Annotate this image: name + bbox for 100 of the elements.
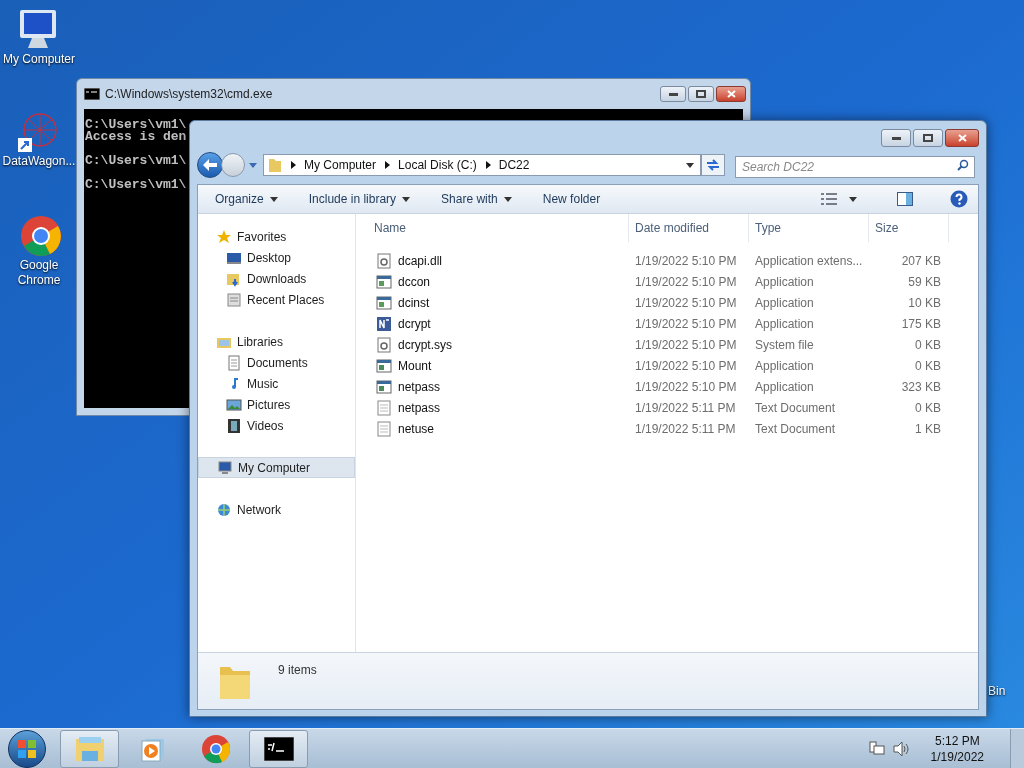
date-cell-text: 1/19/2022 5:11 PM <box>634 420 737 438</box>
breadcrumb-item[interactable]: My Computer <box>304 156 377 174</box>
maximize-button[interactable] <box>913 129 943 147</box>
date-cell-text: 1/19/2022 5:11 PM <box>634 399 737 417</box>
nav-item[interactable]: My Computer <box>198 457 355 478</box>
type-cell-text: Text Document <box>754 420 837 438</box>
folder-icon <box>268 157 282 173</box>
caret-icon <box>402 196 411 202</box>
taskbar-button[interactable] <box>249 729 308 768</box>
date-cell-text: 1/19/2022 5:10 PM <box>634 378 738 396</box>
toolbar-button[interactable]: Share with <box>441 190 512 208</box>
close-button[interactable] <box>945 129 979 147</box>
back-button[interactable] <box>197 152 223 178</box>
nav-item[interactable]: Favorites <box>198 226 355 247</box>
file-name[interactable]: dcrypt.sys <box>398 335 452 354</box>
recent-places-icon <box>226 291 242 308</box>
application-icon <box>376 378 392 395</box>
column-header[interactable]: Date modified <box>629 214 749 242</box>
console-icon <box>84 88 100 100</box>
file-name[interactable]: dcapi.dll <box>398 251 443 270</box>
chrome-icon <box>200 733 231 764</box>
file-name[interactable]: Mount <box>398 356 432 375</box>
column-header[interactable]: Name <box>356 214 629 242</box>
file-name[interactable]: netpass <box>398 398 441 417</box>
text-file-icon <box>376 399 392 416</box>
preview-pane-button[interactable] <box>897 192 913 206</box>
view-options-button[interactable] <box>821 193 857 205</box>
size-cell-text: 59 KB <box>907 273 942 291</box>
caret-icon <box>249 162 257 168</box>
column-header[interactable]: Type <box>749 214 869 242</box>
caret-icon <box>269 196 278 202</box>
date-cell-text: 1/19/2022 5:10 PM <box>634 315 738 333</box>
size-cell-text: 0 KB <box>914 399 942 417</box>
type-cell-text: Application <box>754 273 815 291</box>
item-count: 9 items <box>278 662 317 679</box>
breadcrumb-item[interactable]: DC22 <box>498 156 530 174</box>
arrow-icon <box>485 161 491 169</box>
nav-item[interactable]: Network <box>198 499 355 520</box>
desktop-icon-label[interactable]: Bin <box>988 682 1006 700</box>
minimize-button[interactable] <box>660 86 686 102</box>
refresh-button[interactable] <box>701 154 725 176</box>
application-icon <box>376 315 392 332</box>
caret-icon <box>849 196 857 202</box>
file-name[interactable]: dcinst <box>398 293 430 312</box>
arrow-icon <box>291 161 296 169</box>
application-icon <box>376 357 392 374</box>
toolbar-button[interactable]: Include in library <box>308 190 411 208</box>
console-icon <box>263 736 294 761</box>
nav-item[interactable]: Videos <box>198 415 355 436</box>
size-cell-text: 0 KB <box>914 357 942 375</box>
nav-item[interactable]: Recent Places <box>198 289 355 310</box>
toolbar-button[interactable]: Organize <box>215 190 278 208</box>
column-header[interactable]: Size <box>869 214 949 242</box>
desktop-icon-label[interactable]: Google Chrome <box>0 258 78 288</box>
clock-date[interactable]: 1/19/2022 <box>930 748 984 765</box>
network-icon <box>868 740 885 757</box>
application-icon <box>376 273 392 290</box>
file-name[interactable]: dcrypt <box>398 314 431 333</box>
desktop-icon-label[interactable]: My Computer <box>0 52 78 67</box>
file-name[interactable]: netpass <box>398 377 441 396</box>
type-cell-text: Application <box>754 378 815 396</box>
caret-icon <box>686 162 694 168</box>
close-icon <box>726 90 736 98</box>
size-cell-text: 175 KB <box>900 315 942 333</box>
console-line: C:\Users\vm1\ <box>85 155 187 167</box>
clock-time[interactable]: 5:12 PM <box>934 732 980 749</box>
nav-item[interactable]: Libraries <box>198 331 355 352</box>
address-bar[interactable]: My Computer Local Disk (C:) DC22 <box>263 154 701 176</box>
size-cell-text: 0 KB <box>914 336 942 354</box>
nav-item[interactable]: Downloads <box>198 268 355 289</box>
search-icon <box>957 159 969 171</box>
date-cell-text: 1/19/2022 5:10 PM <box>634 294 738 312</box>
maximize-button[interactable] <box>688 86 714 102</box>
arrow-icon <box>385 161 391 169</box>
nav-item[interactable]: Pictures <box>198 394 355 415</box>
toolbar-button[interactable]: New folder <box>542 190 601 208</box>
start-button[interactable] <box>8 729 46 768</box>
type-cell-text: Text Document <box>754 399 837 417</box>
help-button[interactable] <box>950 190 968 208</box>
type-cell-text: Application <box>754 294 815 312</box>
folder-icon <box>73 734 106 763</box>
close-button[interactable] <box>716 86 746 102</box>
type-cell-text: Application <box>754 357 815 375</box>
nav-item[interactable]: Documents <box>198 352 355 373</box>
breadcrumb-item[interactable]: Local Disk (C:) <box>398 156 477 174</box>
nav-item[interactable]: Desktop <box>198 247 355 268</box>
search-field[interactable]: Search DC22 <box>735 156 975 178</box>
window-title: C:\Windows\system32\cmd.exe <box>105 86 274 103</box>
minimize-button[interactable] <box>881 129 911 147</box>
close-icon <box>957 134 967 142</box>
file-name[interactable]: dccon <box>398 272 431 291</box>
size-cell-text: 1 KB <box>914 420 942 438</box>
console-line: Access is den <box>85 131 187 143</box>
speaker-icon <box>892 740 909 757</box>
desktop-icon-label[interactable]: DataWagon... <box>0 154 78 169</box>
nav-item[interactable]: Music <box>198 373 355 394</box>
date-cell-text: 1/19/2022 5:10 PM <box>634 336 738 354</box>
file-name[interactable]: netuse <box>398 419 435 438</box>
document-icon <box>226 354 242 371</box>
film-icon <box>226 417 242 434</box>
